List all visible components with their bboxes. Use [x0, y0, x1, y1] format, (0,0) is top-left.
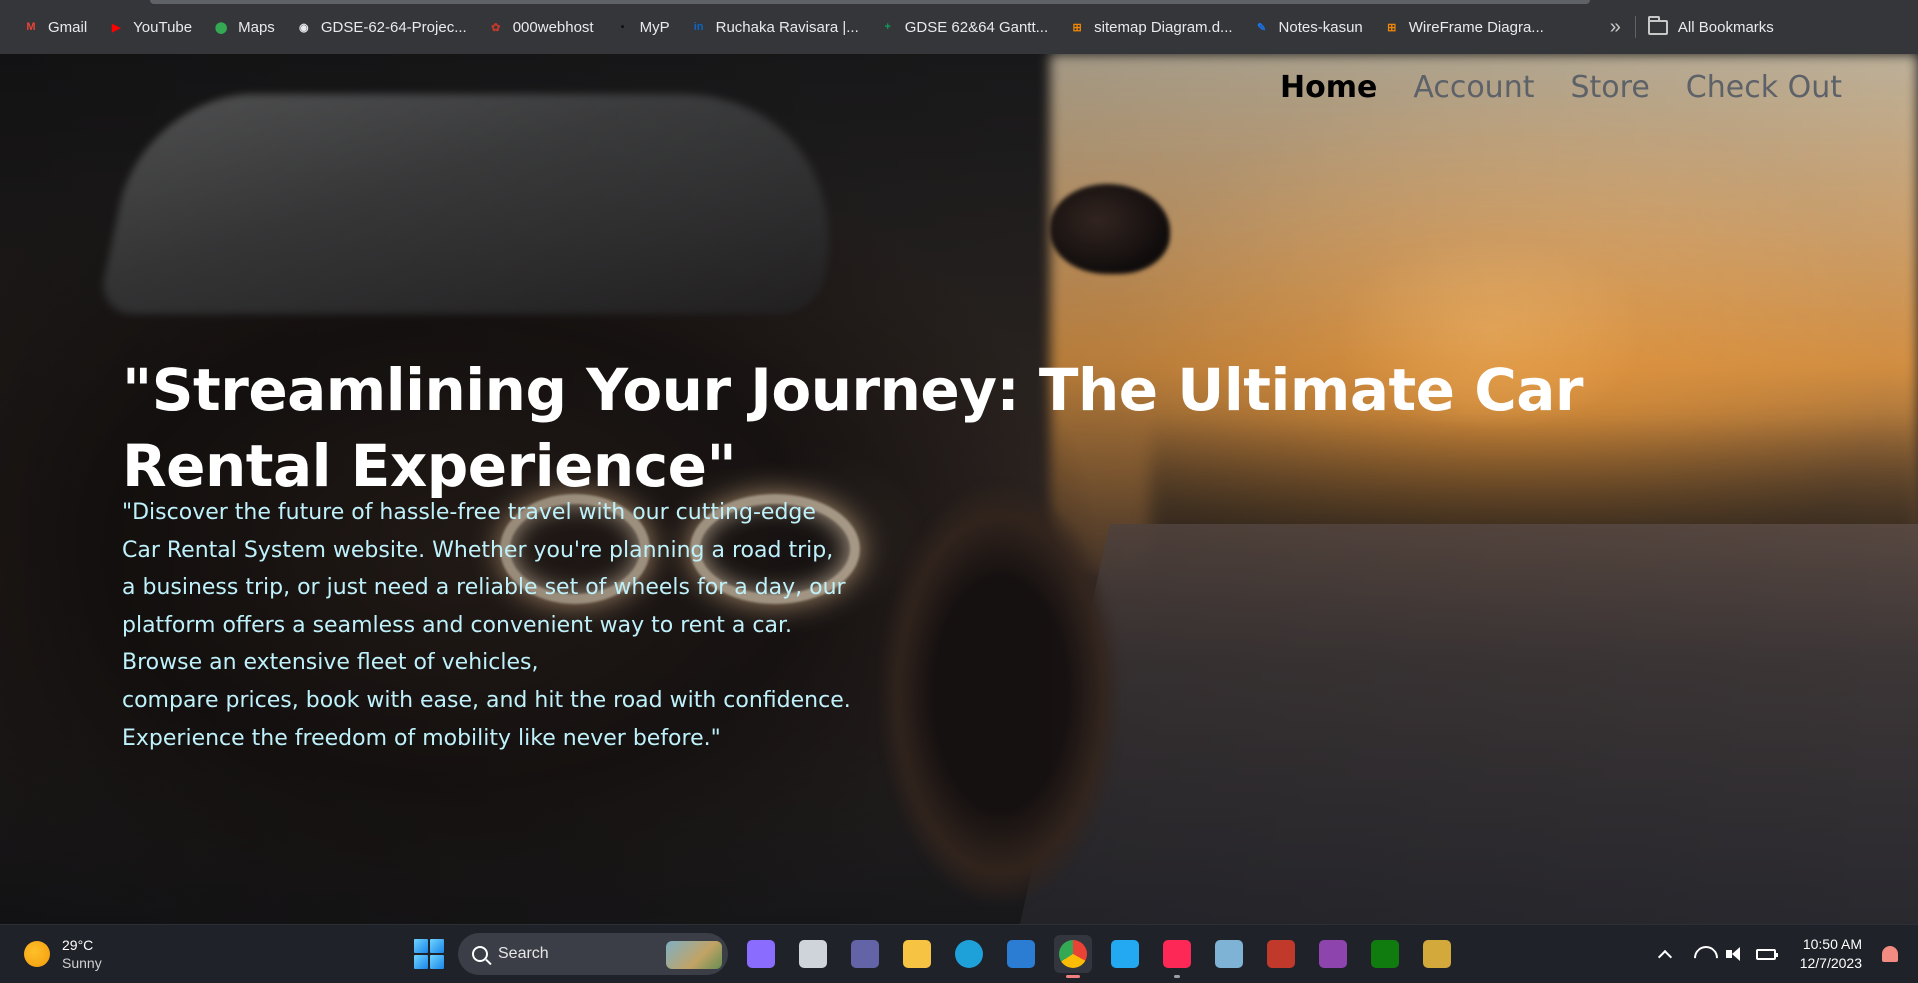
taskbar-app-button[interactable]: [794, 935, 832, 973]
nav-checkout-link[interactable]: Check Out: [1686, 70, 1842, 105]
show-hidden-icons-chevron-icon[interactable]: [1657, 949, 1672, 965]
edge-icon: [955, 940, 983, 968]
clock-date: 12/7/2023: [1799, 955, 1862, 971]
taskbar-app-button[interactable]: [846, 935, 884, 973]
bookmark-label: Maps: [238, 18, 275, 36]
bookmark-item[interactable]: ◉ GDSE-62-64-Projec...: [285, 10, 477, 44]
copilot-icon: [747, 940, 775, 968]
weather-widget[interactable]: 29°C Sunny: [24, 936, 102, 972]
xbox-icon: [1371, 940, 1399, 968]
purple-app-icon: [1319, 940, 1347, 968]
taskbar-app-button[interactable]: [1054, 935, 1092, 978]
taskbar-app-button[interactable]: [1158, 935, 1196, 978]
task-view-icon: [799, 940, 827, 968]
weather-condition: Sunny: [62, 955, 102, 971]
powertoys-icon: [1423, 940, 1451, 968]
nav-home-link[interactable]: Home: [1280, 70, 1377, 105]
github-icon: ◉: [299, 21, 309, 34]
linkedin-icon: in: [693, 21, 704, 33]
myp-icon: ▪: [620, 21, 625, 33]
nav-store-link[interactable]: Store: [1570, 70, 1649, 105]
clock-time: 10:50 AM: [1802, 936, 1862, 952]
windows-start-icon[interactable]: [414, 939, 444, 969]
bookmark-label: Ruchaka Ravisara |...: [715, 18, 859, 36]
intellij-icon: [1163, 940, 1191, 968]
all-bookmarks-button[interactable]: All Bookmarks: [1647, 15, 1774, 36]
taskbar-app-button[interactable]: [1210, 935, 1248, 973]
bookmark-item[interactable]: ▶ YouTube: [97, 10, 202, 44]
bookmark-label: WireFrame Diagra...: [1408, 18, 1544, 36]
bookmark-label: GDSE 62&64 Gantt...: [904, 18, 1049, 36]
youtube-icon: ▶: [111, 21, 121, 34]
bookmark-label: YouTube: [133, 18, 193, 36]
folder-icon: [1647, 15, 1668, 35]
taskbar-app-button[interactable]: [1002, 935, 1040, 973]
gmail-icon: M: [26, 21, 36, 33]
bookmark-item[interactable]: ⊞ WireFrame Diagra...: [1373, 10, 1554, 44]
drawio-icon: ⊞: [1387, 21, 1397, 34]
search-icon: [472, 946, 488, 962]
taskbar-search[interactable]: Search: [458, 933, 728, 975]
battery-icon: [1755, 948, 1778, 960]
drawio-icon: ⊞: [1072, 21, 1082, 34]
bookmark-item[interactable]: ⊞ sitemap Diagram.d...: [1058, 10, 1242, 44]
maps-icon: ⬤: [214, 21, 228, 34]
taskbar-app-button[interactable]: [1314, 935, 1352, 973]
bookmark-label: MyP: [639, 18, 670, 36]
sun-icon: [24, 941, 50, 967]
taskbar-app-button[interactable]: [742, 935, 780, 973]
file-explorer-icon: [903, 940, 931, 968]
taskbar: 29°C Sunny Search 10:50 AM 12/7/2023: [0, 924, 1918, 983]
bookmarks-bar: M Gmail ▶ YouTube ⬤ Maps ◉ GDSE-62-64-Projec...…: [0, 0, 1918, 54]
bookmark-item[interactable]: + GDSE 62&64 Gantt...: [869, 10, 1058, 44]
monitor-app-icon: [1215, 940, 1243, 968]
bookmark-label: 000webhost: [512, 18, 594, 36]
bookmark-item[interactable]: ✎ Notes-kasun: [1243, 10, 1373, 44]
hero-intro-text: "Discover the future of hassle-free trav…: [122, 500, 851, 751]
teams-icon: [851, 940, 879, 968]
bookmark-item[interactable]: ⬤ Maps: [202, 10, 285, 44]
vscode-icon: [1111, 940, 1139, 968]
system-tray: 10:50 AM 12/7/2023: [1657, 933, 1898, 975]
chrome-icon: [1059, 940, 1087, 968]
search-highlight-image: [666, 941, 722, 969]
nav-account-link[interactable]: Account: [1413, 70, 1534, 105]
search-label: Search: [498, 945, 549, 962]
bookmark-label: sitemap Diagram.d...: [1094, 18, 1233, 36]
taskbar-app-button[interactable]: [898, 935, 936, 973]
bookmark-label: Gmail: [48, 18, 88, 36]
bookmark-item[interactable]: ▪ MyP: [604, 10, 680, 44]
notes-icon: ✎: [1256, 21, 1267, 34]
volume-icon: [1725, 946, 1744, 962]
wifi-icon: [1694, 946, 1714, 962]
hero-headline: "Streamlining Your Journey: The Ultimate…: [122, 356, 1584, 500]
taskbar-app-button[interactable]: [950, 935, 988, 973]
red-app-icon: [1267, 940, 1295, 968]
weather-temp: 29°C: [62, 937, 94, 953]
store-icon: [1007, 940, 1035, 968]
bookmark-item[interactable]: in Ruchaka Ravisara |...: [680, 10, 869, 44]
taskbar-app-button[interactable]: [1418, 935, 1456, 973]
taskbar-app-button[interactable]: [1106, 935, 1144, 973]
all-bookmarks-label: All Bookmarks: [1677, 18, 1774, 36]
bookmarks-divider: [1634, 16, 1636, 38]
main-nav: Home Account Store Check Out: [1280, 70, 1842, 105]
hero-section: Home Account Store Check Out "Streamlini…: [0, 54, 1918, 924]
bookmark-label: Notes-kasun: [1278, 18, 1363, 36]
bookmark-item[interactable]: ✿ 000webhost: [477, 10, 604, 44]
sheets-icon: +: [884, 21, 891, 33]
bookmark-item[interactable]: M Gmail: [12, 10, 97, 44]
taskbar-app-button[interactable]: [1262, 935, 1300, 973]
bookmark-label: GDSE-62-64-Projec...: [320, 18, 467, 36]
notification-bell-icon[interactable]: [1882, 946, 1898, 962]
clock[interactable]: 10:50 AM 12/7/2023: [1800, 935, 1862, 973]
taskbar-app-button[interactable]: [1366, 935, 1404, 973]
quick-settings[interactable]: [1694, 946, 1778, 962]
more-bookmarks-chevron-icon[interactable]: »: [1600, 16, 1631, 39]
taskbar-center: Search: [414, 933, 1456, 978]
webhost-icon: ✿: [491, 21, 501, 34]
